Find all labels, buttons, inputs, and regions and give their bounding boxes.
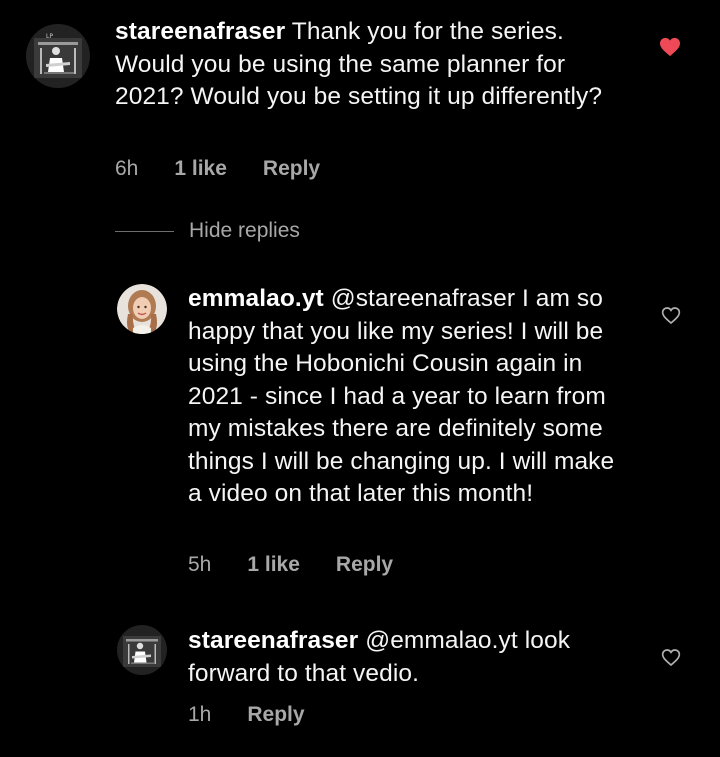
comment-time: 1h — [188, 703, 212, 726]
hide-replies-label: Hide replies — [189, 219, 300, 242]
avatar[interactable] — [117, 625, 167, 675]
heart-filled-icon[interactable] — [659, 37, 681, 57]
comment-likes[interactable]: 1 like — [174, 157, 227, 181]
svg-text:LP: LP — [46, 33, 53, 40]
reply-button[interactable]: Reply — [263, 157, 320, 181]
comment-username[interactable]: stareenafraser — [115, 18, 285, 45]
comment-meta: 5h 1 like Reply — [188, 553, 393, 577]
comment-username[interactable]: emmalao.yt — [188, 285, 324, 312]
heart-outline-icon[interactable] — [661, 306, 681, 325]
avatar[interactable] — [117, 284, 167, 334]
reply-button[interactable]: Reply — [336, 553, 393, 577]
comment-body: @stareenafraser I am so happy that you l… — [188, 285, 615, 507]
comment-time: 6h — [115, 157, 139, 180]
hide-replies-toggle[interactable]: Hide replies — [115, 219, 300, 243]
comment-meta: 6h 1 like Reply — [115, 157, 320, 181]
comment-text: stareenafraser Thank you for the series.… — [115, 16, 615, 114]
comment-likes[interactable]: 1 like — [247, 553, 300, 577]
comment-meta: 1h Reply — [188, 703, 305, 727]
comment-text: emmalao.yt @stareenafraser I am so happy… — [188, 283, 618, 511]
avatar[interactable]: LP — [26, 24, 90, 88]
divider — [115, 230, 174, 232]
comment-text: stareenafraser @emmalao.yt look forward … — [188, 625, 618, 690]
comment-username[interactable]: stareenafraser — [188, 627, 358, 654]
heart-outline-icon[interactable] — [661, 648, 681, 667]
comment-time: 5h — [188, 553, 212, 576]
reply-button[interactable]: Reply — [247, 703, 304, 727]
